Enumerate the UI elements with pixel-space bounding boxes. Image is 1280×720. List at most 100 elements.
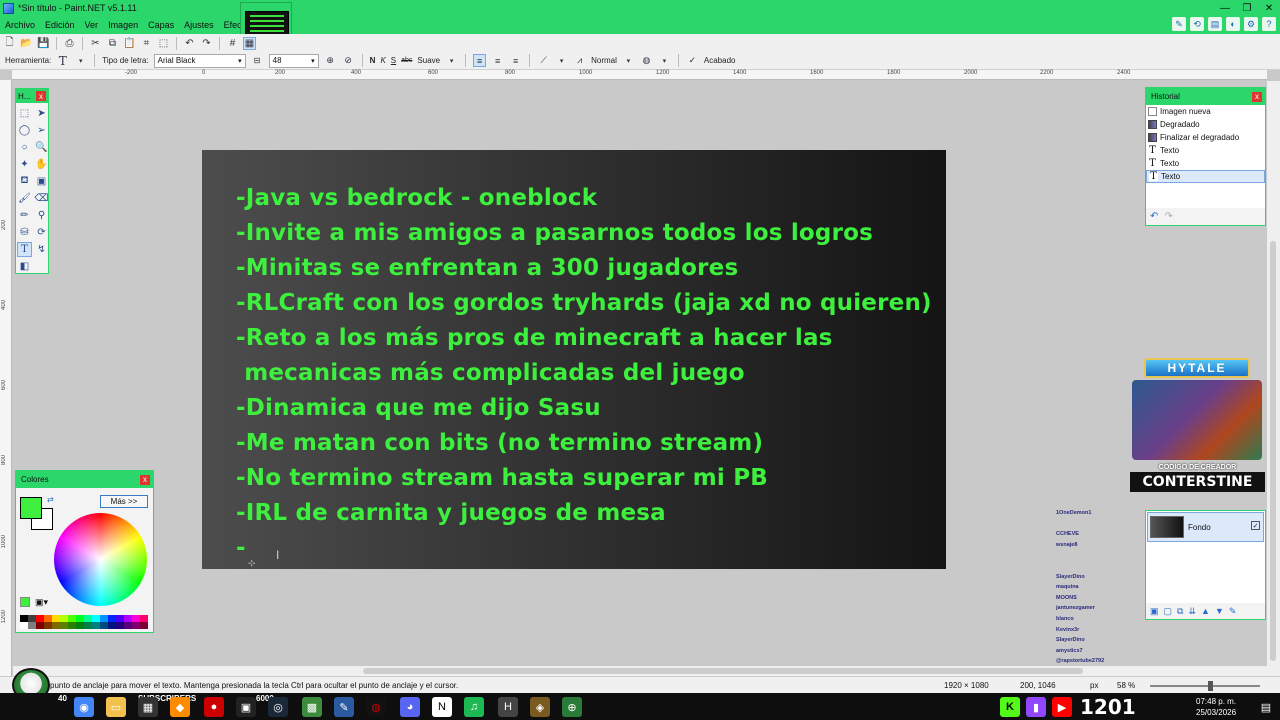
blend-mode-select[interactable]: Normal [591,56,617,65]
color-picker-icon[interactable]: ⚲ [34,208,49,223]
text-icon[interactable]: T [17,242,32,257]
help-icon[interactable]: ? [1262,17,1276,31]
cut-icon[interactable]: ✂ [89,37,102,50]
line-curve-icon[interactable]: ↯ [34,242,49,257]
history-panel-header[interactable]: Historial x [1146,88,1265,105]
pan-icon[interactable]: ✋ [34,157,49,172]
tools-panel-header[interactable]: H... x [16,89,48,103]
undo-icon[interactable]: ↶ [1150,211,1158,222]
antialiasing-icon[interactable]: ⟋ [537,54,550,67]
steam-icon[interactable]: ◎ [268,697,288,717]
move-selection-icon[interactable]: ➤ [34,106,49,121]
settings-icon[interactable]: ⚙ [1244,17,1258,31]
app-icon[interactable]: ◈ [530,697,550,717]
move-selected-icon[interactable]: ➢ [34,123,49,138]
scrollbar-thumb[interactable] [1270,241,1276,661]
system-clock[interactable]: 07:48 p. m. 25/03/2026 [1196,696,1236,718]
paste-icon[interactable]: 📋 [123,37,136,50]
font-size-select[interactable]: 48 ▾ [268,53,319,68]
history-item[interactable]: Finalizar el degradado [1146,131,1265,144]
add-layer-icon[interactable]: ▣ [1150,606,1159,617]
store-icon[interactable]: ▦ [138,697,158,717]
menu-ajustes[interactable]: Ajustes [179,20,219,30]
minimize-button[interactable]: — [1214,0,1236,16]
deselect-icon[interactable]: ⬚ [157,37,170,50]
history-item[interactable]: T Texto [1146,157,1265,170]
paintbrush-icon[interactable]: 🖌 [17,191,32,206]
chevron-down-icon[interactable]: ▾ [622,54,635,67]
antialias-select[interactable]: Suave [417,56,440,65]
grid-icon[interactable]: # [226,37,239,50]
magic-wand-icon[interactable]: ✦ [17,157,32,172]
unit-select[interactable]: px [1090,681,1098,690]
history-item[interactable]: Degradado [1146,118,1265,131]
chevron-down-icon[interactable]: ▾ [555,54,568,67]
colors-toggle-icon[interactable]: ◐ [1226,17,1240,31]
open-file-icon[interactable]: 📂 [20,37,33,50]
colors-close-button[interactable]: x [140,474,150,485]
delete-layer-icon[interactable]: ▢ [1164,606,1173,617]
tools-close-button[interactable]: x [36,91,46,101]
swap-colors-icon[interactable]: ⇄ [47,495,54,504]
recolor-icon[interactable]: ⟳ [34,225,49,240]
history-close-button[interactable]: x [1252,91,1262,102]
zoom-icon[interactable]: 🔍 [34,140,49,155]
text-tool-icon[interactable]: T [56,54,69,68]
print-icon[interactable]: ⎙ [63,37,76,50]
font-settings-icon[interactable]: ⊕ [324,54,337,67]
redo-icon[interactable]: ↷ [200,37,213,50]
underline-button[interactable]: S [391,56,396,65]
crop-icon[interactable]: ⌗ [140,37,153,50]
duplicate-layer-icon[interactable]: ⧉ [1177,606,1183,617]
ruler-icon[interactable]: ▦ [243,36,256,50]
color-wheel[interactable] [54,513,147,606]
chevron-down-icon[interactable]: ▾ [74,54,87,67]
lasso-select-icon[interactable]: ◯ [17,123,32,138]
chrome-icon[interactable]: ◉ [74,697,94,717]
chevron-down-icon[interactable]: ▾ [658,54,671,67]
font-family-select[interactable]: Arial Black ▾ [153,53,246,68]
palette-menu-icon[interactable]: ▣▾ [35,597,48,608]
clone-stamp-icon[interactable]: ⛁ [17,225,32,240]
history-item[interactable]: T Texto [1146,144,1265,157]
pencil-icon[interactable]: ✏ [17,208,32,223]
new-file-icon[interactable]: 🗋 [3,37,16,50]
zoom-slider[interactable] [1150,681,1260,691]
history-item-selected[interactable]: T Texto [1146,170,1265,183]
layer-row[interactable]: Fondo ✓ [1147,512,1264,542]
strikethrough-button[interactable]: abc [401,57,412,64]
layer-visibility-checkbox[interactable]: ✓ [1251,521,1260,530]
save-icon[interactable]: 💾 [37,37,50,50]
record-icon[interactable]: ● [204,697,224,717]
gradient-icon[interactable]: ▣ [34,174,49,189]
selection-clipping-icon[interactable]: ◍ [640,54,653,67]
rectangle-select-icon[interactable]: ⬚ [17,106,32,121]
menu-ver[interactable]: Ver [80,20,104,30]
align-center-icon[interactable]: ≡ [491,54,504,67]
align-left-icon[interactable]: ≡ [473,54,487,67]
finish-button[interactable]: Acabado [704,56,736,65]
scrollbar-thumb[interactable] [363,668,1083,674]
bold-button[interactable]: N [370,56,376,65]
tools-toggle-icon[interactable]: ✎ [1172,17,1186,31]
vertical-scrollbar[interactable] [1267,81,1280,676]
align-right-icon[interactable]: ≡ [509,54,522,67]
primary-color-swatch[interactable] [20,497,42,519]
move-layer-down-icon[interactable]: ▼ [1215,606,1224,616]
menu-archivo[interactable]: Archivo [0,20,40,30]
image-canvas[interactable]: -Java vs bedrock - oneblock -Invite a mi… [202,150,946,569]
maximize-button[interactable]: ❐ [1236,0,1258,16]
chevron-down-icon[interactable]: ▾ [445,54,458,67]
app-icon[interactable]: ⊕ [562,697,582,717]
italic-button[interactable]: K [380,56,385,65]
paintnet-taskbar-icon[interactable]: ✎ [334,697,354,717]
obs-icon[interactable]: ◍ [366,697,386,717]
app-icon[interactable]: ◆ [170,697,190,717]
history-item[interactable]: Imagen nueva [1146,105,1265,118]
undo-icon[interactable]: ↶ [183,37,196,50]
layers-toggle-icon[interactable]: ▤ [1208,17,1222,31]
paint-bucket-icon[interactable]: ⛾ [17,174,32,189]
shapes-icon[interactable]: ◧ [17,259,32,274]
history-toggle-icon[interactable]: ⟲ [1190,17,1204,31]
eraser-icon[interactable]: ⌫ [34,191,49,206]
